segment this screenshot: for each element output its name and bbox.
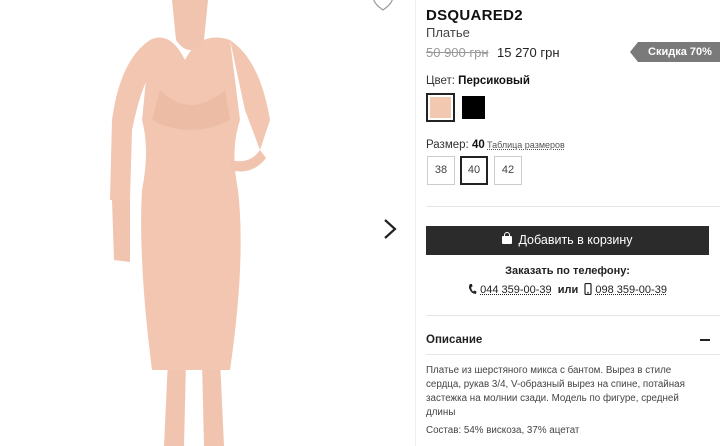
phone-link-2[interactable]: 098 359-00-39 — [595, 284, 667, 296]
size-label-text: Размер: — [426, 139, 469, 151]
divider — [415, 0, 416, 446]
size-table-link[interactable]: Таблица размеров — [487, 140, 565, 150]
phone-icon — [469, 284, 477, 294]
current-price: 15 270 грн — [497, 45, 560, 60]
selected-size: 40 — [471, 139, 485, 151]
color-label: Цвет: Персиковый — [426, 75, 530, 87]
add-to-cart-label: Добавить в корзину — [518, 233, 633, 247]
color-label-text: Цвет: — [426, 75, 455, 87]
phone-or: или — [557, 284, 579, 296]
add-to-cart-button[interactable]: Добавить в корзину — [426, 226, 709, 255]
heart-icon[interactable] — [370, 0, 396, 14]
product-info-panel: DSQUARED2 Платье 50 900 грн 15 270 грн С… — [426, 0, 720, 446]
mobile-phone-icon — [584, 283, 592, 295]
description-title[interactable]: Описание — [426, 334, 482, 346]
divider — [426, 315, 720, 316]
chevron-right-icon[interactable] — [380, 216, 400, 242]
size-option-40[interactable]: 40 — [460, 156, 488, 185]
color-swatch-black[interactable] — [462, 96, 485, 119]
product-type: Платье — [426, 25, 470, 40]
phone-numbers: 044 359-00-39 или 098 359-00-39 — [426, 283, 709, 296]
minus-icon[interactable] — [700, 339, 710, 341]
size-label: Размер: 40 — [426, 139, 485, 151]
size-option-42[interactable]: 42 — [494, 156, 522, 185]
size-option-38[interactable]: 38 — [427, 156, 455, 185]
old-price: 50 900 грн — [426, 45, 489, 60]
product-photo — [110, 0, 270, 446]
divider — [426, 354, 720, 355]
description-text: Платье из шерстяного микса с бантом. Выр… — [426, 365, 685, 418]
composition-text: Состав: 54% вискоза, 37% ацетат — [426, 425, 580, 436]
brand-name[interactable]: DSQUARED2 — [426, 7, 523, 24]
color-swatch-peach[interactable] — [426, 93, 455, 122]
bag-icon — [502, 232, 513, 244]
phone-link-1[interactable]: 044 359-00-39 — [480, 284, 552, 296]
product-gallery — [0, 0, 415, 446]
discount-badge: Скидка 70% — [630, 42, 720, 62]
order-by-phone-title: Заказать по телефону: — [505, 265, 630, 277]
selected-color: Персиковый — [458, 75, 530, 87]
divider — [426, 206, 720, 207]
